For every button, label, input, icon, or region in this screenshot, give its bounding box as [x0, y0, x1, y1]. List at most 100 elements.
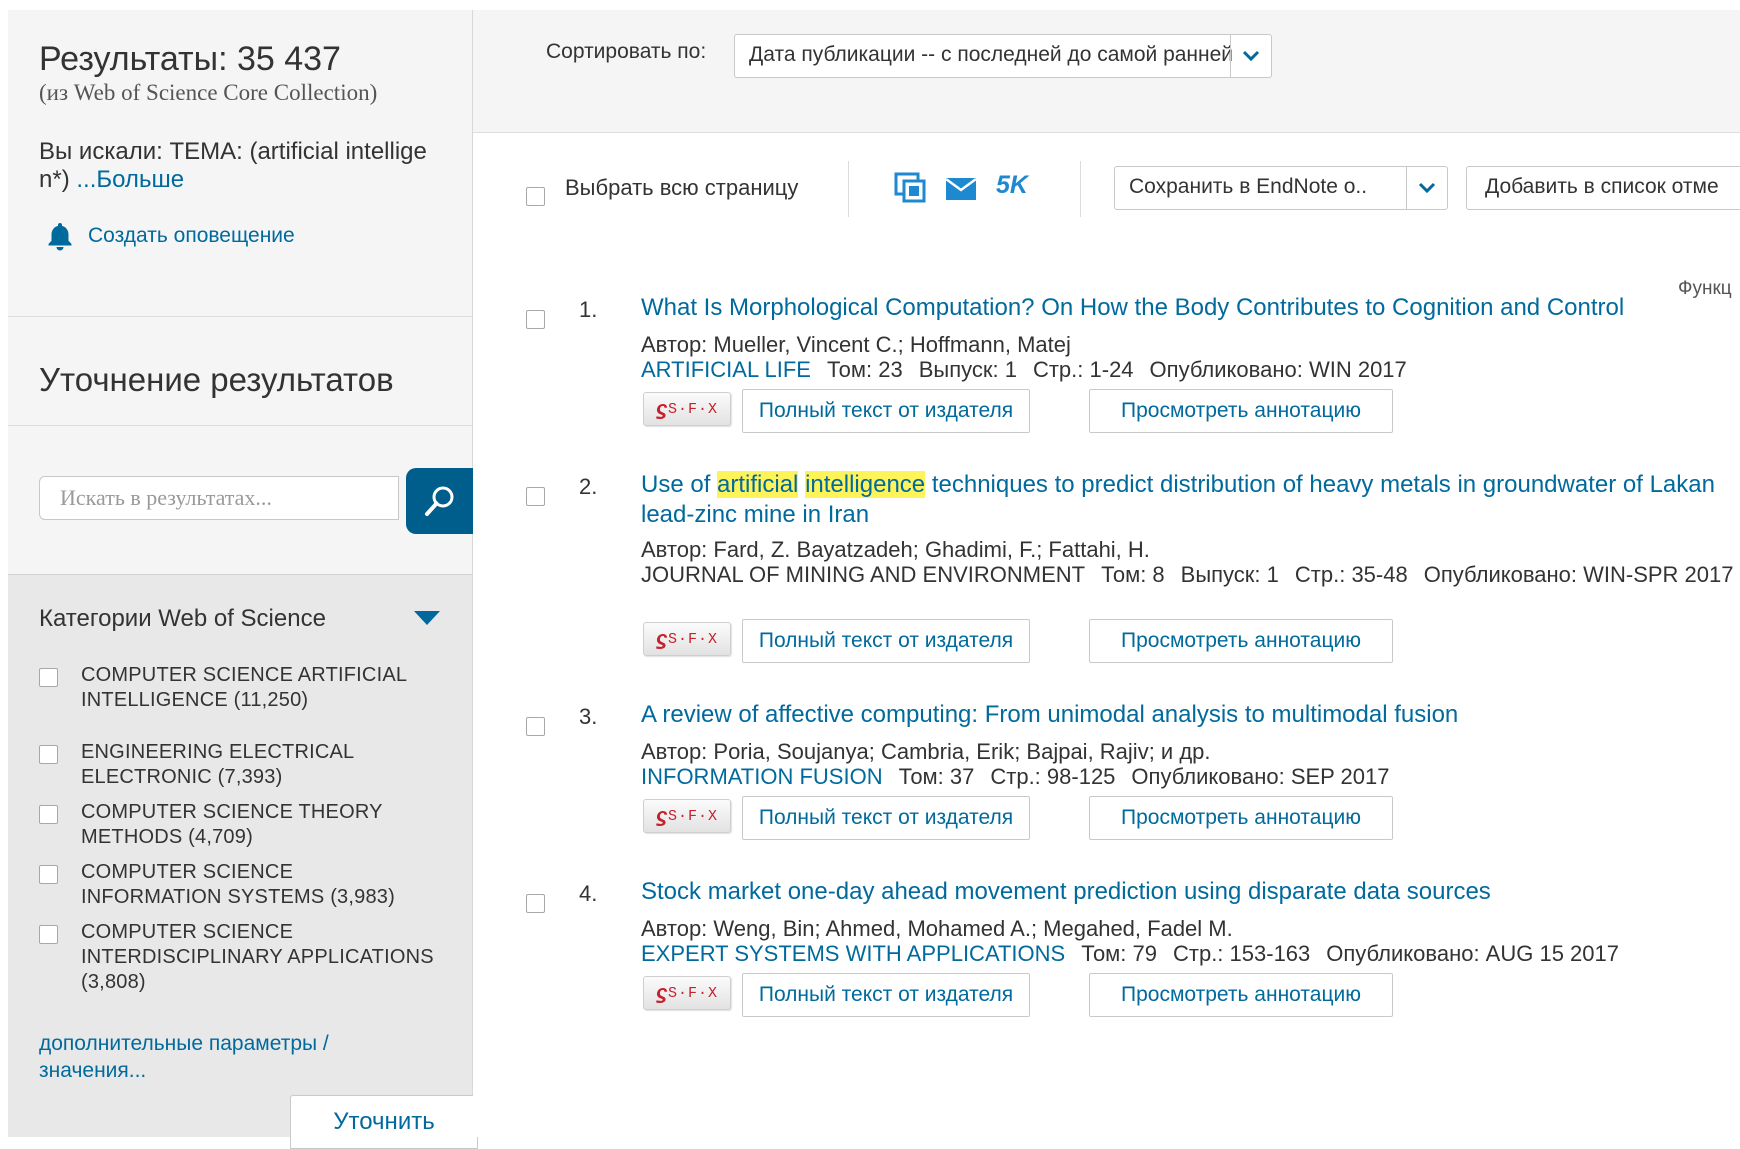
category-item: COMPUTER SCIENCE THEORY METHODS (4,709) — [39, 800, 439, 850]
bell-icon — [48, 223, 72, 251]
divider — [848, 161, 849, 217]
save-to-endnote-select[interactable]: Сохранить в EndNote o.. — [1114, 166, 1448, 210]
create-alert[interactable]: Создать оповещение — [44, 220, 295, 252]
sfx-button[interactable]: ϛ S·F·X — [643, 976, 731, 1010]
record-number: 4. — [579, 881, 598, 906]
journal-link[interactable]: INFORMATION FUSION — [641, 764, 883, 789]
refine-button[interactable]: Уточнить — [290, 1095, 478, 1149]
highlighted-term: intelligence — [805, 471, 926, 498]
select-all-checkbox[interactable] — [526, 187, 545, 206]
results-count-title: Результаты: 35 437 — [39, 40, 341, 78]
record-title-link[interactable]: Stock market one-day ahead movement pred… — [641, 877, 1731, 907]
record-published: Опубликовано: WIN 2017 — [1149, 357, 1407, 382]
search-query-summary: Вы искали: TEMA: (artificial intellige n… — [39, 138, 439, 194]
add-to-marked-list-button[interactable]: Добавить в список отме — [1466, 166, 1740, 210]
record-issue: Выпуск: 1 — [918, 357, 1017, 382]
collapse-triangle-icon[interactable] — [414, 611, 440, 625]
sort-select[interactable]: Дата публикации -- с последней до самой … — [734, 34, 1272, 78]
refine-heading: Уточнение результатов — [39, 361, 394, 398]
record-published: Опубликовано: SEP 2017 — [1131, 764, 1390, 789]
refine-search-input[interactable] — [39, 476, 399, 520]
sfx-button[interactable]: ϛ S·F·X — [643, 799, 731, 833]
title-text: What Is Morphological Computation? On Ho… — [641, 294, 1625, 321]
record-checkbox[interactable] — [526, 717, 545, 736]
sfx-label: S·F·X — [668, 807, 719, 825]
endnote-selected-value: Сохранить в EndNote o.. — [1129, 175, 1368, 198]
record-title-link[interactable]: A review of affective computing: From un… — [641, 700, 1731, 730]
view-abstract-button[interactable]: Просмотреть аннотацию — [1089, 619, 1393, 663]
full-text-button[interactable]: Полный текст от издателя — [742, 389, 1030, 433]
categories-panel: Категории Web of Science COMPUTER SCIENC… — [8, 575, 478, 1149]
category-checkbox[interactable] — [39, 865, 58, 884]
record-authors: Автор: Poria, Soujanya; Cambria, Erik; B… — [641, 739, 1211, 764]
add-to-marked-list-label: Добавить в список отме — [1485, 175, 1719, 198]
record-pages: Стр.: 153-163 — [1173, 941, 1311, 966]
results-summary: Результаты: 35 437 (из Web of Science Co… — [8, 10, 472, 317]
refine-search-button[interactable] — [406, 468, 474, 534]
record-checkbox[interactable] — [526, 894, 545, 913]
sort-dropdown-toggle[interactable] — [1230, 35, 1271, 77]
refine-search — [8, 426, 474, 575]
more-parameters-link[interactable]: дополнительные параметры / значения... — [39, 1030, 369, 1084]
sfx-button[interactable]: ϛ S·F·X — [643, 392, 731, 426]
divider — [1080, 161, 1081, 217]
chevron-down-icon — [1418, 182, 1436, 194]
view-abstract-button[interactable]: Просмотреть аннотацию — [1089, 389, 1393, 433]
record-source: EXPERT SYSTEMS WITH APPLICATIONS Том: 79 С… — [641, 940, 1740, 968]
journal-link[interactable]: ARTIFICIAL LIFE — [641, 357, 811, 382]
record-number: 1. — [579, 297, 598, 322]
select-all-label: Выбрать всю страницу — [565, 175, 799, 200]
sfx-label: S·F·X — [668, 400, 719, 418]
print-icon[interactable] — [893, 171, 927, 205]
record-checkbox[interactable] — [526, 487, 545, 506]
record-title-link[interactable]: Use of artificial intelligence technique… — [641, 470, 1731, 530]
mail-icon[interactable] — [945, 177, 977, 201]
record-volume: Том: 23 — [826, 357, 903, 382]
record-pages: Стр.: 98-125 — [990, 764, 1116, 789]
sfx-logo-icon: ϛ — [655, 804, 668, 827]
record-pages: Стр.: 1-24 — [1032, 357, 1134, 382]
category-label: COMPUTER SCIENCE THEORY METHODS (4,709) — [81, 801, 383, 848]
journal-name: JOURNAL OF MINING AND ENVIRONMENT — [641, 562, 1086, 587]
category-item: COMPUTER SCIENCE ARTIFICIAL INTELLIGENCE… — [39, 663, 439, 713]
more-link[interactable]: ...Больше — [76, 166, 184, 193]
record-issue: Выпуск: 1 — [1180, 562, 1279, 587]
title-text: Use of — [641, 471, 718, 498]
view-abstract-button[interactable]: Просмотреть аннотацию — [1089, 973, 1393, 1017]
sfx-button[interactable]: ϛ S·F·X — [643, 622, 731, 656]
category-item: ENGINEERING ELECTRICAL ELECTRONIC (7,393… — [39, 740, 439, 790]
create-alert-link[interactable]: Создать оповещение — [88, 224, 295, 248]
category-checkbox[interactable] — [39, 925, 58, 944]
full-text-button[interactable]: Полный текст от издателя — [742, 796, 1030, 840]
category-checkbox[interactable] — [39, 805, 58, 824]
category-label: COMPUTER SCIENCE INTERDISCIPLINARY APPLI… — [81, 921, 434, 993]
category-checkbox[interactable] — [39, 668, 58, 687]
sfx-logo-icon: ϛ — [655, 627, 668, 650]
chevron-down-icon — [1242, 50, 1260, 62]
sfx-logo-icon: ϛ — [655, 981, 668, 1004]
record-source: INFORMATION FUSION Том: 37 Стр.: 98-125 Опу… — [641, 763, 1740, 791]
full-text-button[interactable]: Полный текст от издателя — [742, 973, 1030, 1017]
sidebar: Результаты: 35 437 (из Web of Science Co… — [8, 10, 478, 1149]
sort-selected-value: Дата публикации -- с последней до самой … — [749, 43, 1234, 66]
record-volume: Том: 8 — [1101, 562, 1165, 587]
category-label: ENGINEERING ELECTRICAL ELECTRONIC (7,393… — [81, 741, 354, 788]
endnote-dropdown-toggle[interactable] — [1406, 167, 1447, 209]
results-toolbar: Выбрать всю страницу 5K Сохранить в EndN… — [473, 133, 1740, 253]
record-source: ARTIFICIAL LIFE Том: 23 Выпуск: 1 Стр.: 1-2… — [641, 356, 1740, 384]
journal-link[interactable]: EXPERT SYSTEMS WITH APPLICATIONS — [641, 941, 1065, 966]
export-5k-button[interactable]: 5K — [996, 171, 1028, 200]
results-database: (из Web of Science Core Collection) — [39, 80, 378, 105]
record-authors: Автор: Weng, Bin; Ahmed, Mohamed A.; Meg… — [641, 916, 1233, 941]
category-label: COMPUTER SCIENCE INFORMATION SYSTEMS (3,… — [81, 861, 395, 908]
title-text: Stock market one-day ahead movement pred… — [641, 878, 1491, 905]
record-checkbox[interactable] — [526, 310, 545, 329]
sfx-label: S·F·X — [668, 630, 719, 648]
view-abstract-button[interactable]: Просмотреть аннотацию — [1089, 796, 1393, 840]
full-text-button[interactable]: Полный текст от издателя — [742, 619, 1030, 663]
highlighted-term: artificial — [717, 471, 799, 498]
sfx-logo-icon: ϛ — [655, 397, 668, 420]
category-checkbox[interactable] — [39, 745, 58, 764]
categories-heading: Категории Web of Science — [39, 605, 326, 632]
record-title-link[interactable]: What Is Morphological Computation? On Ho… — [641, 293, 1731, 323]
